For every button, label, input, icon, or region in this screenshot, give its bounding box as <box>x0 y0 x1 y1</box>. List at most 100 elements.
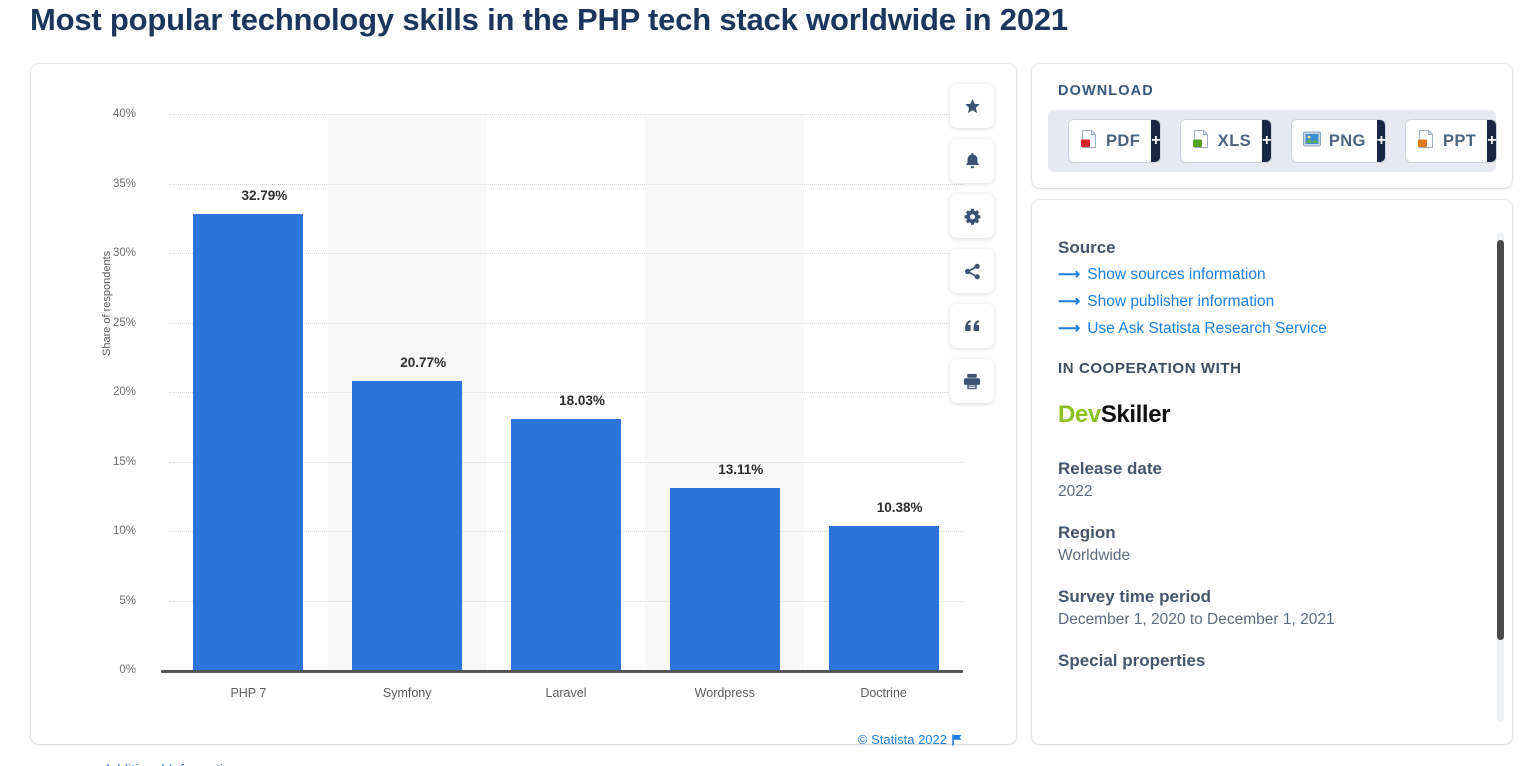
bar-value-label: 20.77% <box>400 355 447 371</box>
png-image-icon <box>1302 129 1322 154</box>
download-xls-button[interactable]: XLS + <box>1180 120 1271 162</box>
x-axis-tick-label: Doctrine <box>860 686 907 700</box>
chart-plot-wrapper: Share of respondents 0% 5% 10% 15% 20% 25% 30%… <box>31 64 1016 766</box>
share-button[interactable] <box>950 249 994 293</box>
download-title: DOWNLOAD <box>1058 83 1154 99</box>
page-title: Most popular technology skills in the PH… <box>30 2 1068 37</box>
y-axis-tick-label: 40% <box>112 108 136 120</box>
print-button[interactable] <box>950 359 994 403</box>
statista-chart-page: Most popular technology skills in the PH… <box>0 0 1528 766</box>
bar-value-label: 18.03% <box>559 393 605 409</box>
copyright-text: © Statista 2022 <box>857 732 947 747</box>
source-content: Source ⟶ Show sources information ⟶ Show pu… <box>1058 238 1458 693</box>
bar[interactable] <box>828 525 939 670</box>
scrollbar[interactable] <box>1497 232 1504 722</box>
y-axis-tick-label: 20% <box>112 386 136 398</box>
logo-dev-text: Dev <box>1058 401 1101 428</box>
xls-file-icon <box>1191 128 1211 154</box>
bar[interactable] <box>352 381 463 670</box>
ppt-file-icon <box>1416 128 1436 154</box>
download-buttons: PDF + XLS + PNG + PPT + <box>1048 110 1496 172</box>
download-png-options-button[interactable]: + <box>1376 120 1385 162</box>
source-link-label: Use Ask Statista Research Service <box>1087 320 1327 337</box>
pdf-file-icon <box>1079 128 1099 154</box>
y-axis-tick-label: 30% <box>112 247 136 259</box>
quote-icon <box>964 319 981 333</box>
source-link-2[interactable]: ⟶ Show publisher information <box>1058 288 1458 315</box>
download-card: DOWNLOAD PDF + XLS + PNG + PPT + <box>1032 64 1512 188</box>
plot-area: 32.79% PHP 7 20.77% Symfony 18.03% Laravel 13.… <box>161 114 963 700</box>
bar-value-label: 32.79% <box>241 188 288 204</box>
download-pdf-main[interactable]: PDF <box>1069 120 1152 162</box>
arrow-right-icon: ⟶ <box>1058 293 1081 310</box>
gear-icon <box>964 208 981 225</box>
x-axis-line <box>161 670 963 673</box>
x-axis-tick-label: PHP 7 <box>230 686 267 700</box>
y-axis-tick-label: 15% <box>112 455 136 468</box>
print-icon <box>963 373 981 390</box>
copyright-label: © Statista 2022 <box>858 732 963 749</box>
download-ppt-options-button[interactable]: + <box>1487 120 1496 162</box>
notify-button[interactable] <box>950 139 994 183</box>
download-png-label: PNG <box>1328 131 1366 150</box>
bell-icon <box>964 152 981 170</box>
download-pdf-button[interactable]: PDF + <box>1069 120 1160 162</box>
y-axis-tick-label: 0% <box>119 664 136 676</box>
cite-button[interactable] <box>950 304 994 348</box>
y-axis-tick-label: 35% <box>112 177 136 190</box>
source-link-label: Show sources information <box>1087 266 1266 283</box>
arrow-right-icon: ⟶ <box>1058 266 1081 283</box>
release-date-label: Release date <box>1058 459 1162 478</box>
settings-button[interactable] <box>950 194 994 238</box>
devskiller-logo: DevSkiller <box>1058 401 1458 429</box>
download-xls-main[interactable]: XLS <box>1180 120 1263 162</box>
arrow-right-icon: ⟶ <box>1058 320 1081 337</box>
region-block: Region Worldwide <box>1058 523 1458 565</box>
share-icon <box>964 263 981 280</box>
y-axis-tick-label: 10% <box>112 525 136 537</box>
y-axis-ticks: 0% 5% 10% 15% 20% 25% 30% 35% 40% <box>86 64 136 744</box>
download-pdf-options-button[interactable]: + <box>1151 120 1160 162</box>
x-axis-tick-label: Wordpress <box>694 686 755 700</box>
download-ppt-main[interactable]: PPT <box>1405 120 1488 162</box>
y-axis-tick-label: 5% <box>119 594 136 607</box>
gridline <box>169 114 963 115</box>
region-value: Worldwide <box>1058 547 1131 564</box>
source-link-3[interactable]: ⟶ Use Ask Statista Research Service <box>1058 315 1458 342</box>
download-png-main[interactable]: PNG <box>1291 120 1377 162</box>
survey-period-block: Survey time period December 1, 2020 to D… <box>1058 587 1458 629</box>
survey-period-value: December 1, 2020 to December 1, 2021 <box>1058 611 1335 628</box>
release-date-value: 2022 <box>1058 483 1093 500</box>
survey-period-label: Survey time period <box>1058 587 1212 606</box>
bar[interactable] <box>193 214 304 670</box>
flag-icon[interactable] <box>952 734 963 749</box>
source-card: Source ⟶ Show sources information ⟶ Show pu… <box>1032 200 1512 744</box>
favorite-button[interactable] <box>950 84 994 128</box>
star-icon <box>964 98 981 115</box>
x-axis-tick-label: Laravel <box>545 686 587 700</box>
bar[interactable] <box>669 487 780 670</box>
download-ppt-label: PPT <box>1442 131 1477 150</box>
special-properties-block: Special properties <box>1058 651 1458 671</box>
additional-information-label: Additional Information <box>103 761 238 766</box>
download-xls-label: XLS <box>1217 131 1252 150</box>
gridline <box>169 183 963 185</box>
bar-value-label: 10.38% <box>876 499 923 515</box>
download-pdf-label: PDF <box>1106 131 1141 150</box>
source-link-label: Show publisher information <box>1087 293 1275 310</box>
download-xls-options-button[interactable]: + <box>1262 120 1271 162</box>
logo-skiller-text: Skiller <box>1100 401 1171 428</box>
action-rail <box>950 84 998 414</box>
cooperation-heading: IN COOPERATION WITH <box>1058 360 1242 377</box>
x-axis-tick-label: Symfony <box>382 686 432 700</box>
download-ppt-button[interactable]: PPT + <box>1405 120 1496 162</box>
bar[interactable] <box>511 419 621 670</box>
source-link-1[interactable]: ⟶ Show sources information <box>1058 261 1458 288</box>
download-png-button[interactable]: PNG + <box>1291 120 1385 162</box>
scrollbar-thumb[interactable] <box>1497 240 1504 640</box>
region-label: Region <box>1058 523 1116 542</box>
y-axis-tick-label: 25% <box>112 316 136 329</box>
additional-information-link[interactable]: i Additional Information <box>86 761 238 766</box>
release-date-block: Release date 2022 <box>1058 459 1458 501</box>
source-links: ⟶ Show sources information ⟶ Show publisher… <box>1058 261 1458 342</box>
